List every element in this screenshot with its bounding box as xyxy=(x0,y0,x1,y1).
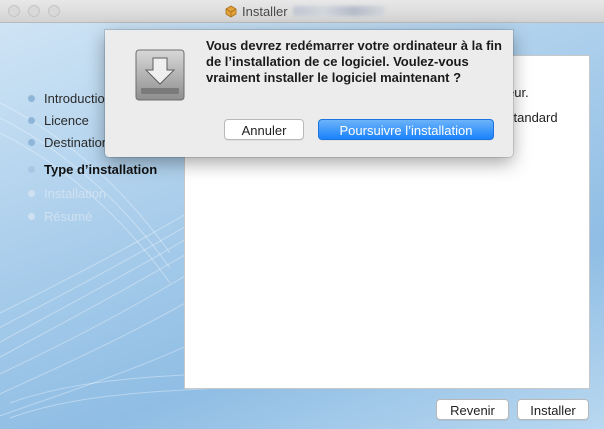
sidebar-step-label: Installation xyxy=(44,185,107,201)
continue-installation-button[interactable]: Poursuivre l’installation xyxy=(318,119,494,140)
content-text-fragment-standard: standard xyxy=(507,110,558,125)
step-dot-icon xyxy=(28,138,35,146)
sidebar-step-label: Introduction xyxy=(44,90,112,106)
cancel-button[interactable]: Annuler xyxy=(224,119,304,140)
package-icon xyxy=(225,5,237,18)
sidebar-step-installation-type: Type d’installation xyxy=(28,161,157,177)
window-title-text: Installer xyxy=(242,3,288,19)
sidebar-step-installation: Installation xyxy=(28,185,106,201)
minimize-button[interactable] xyxy=(28,5,40,17)
close-button[interactable] xyxy=(8,5,20,17)
step-dot-icon xyxy=(28,212,35,220)
step-dot-icon xyxy=(28,189,35,197)
window-title: Installer xyxy=(224,3,385,19)
install-button[interactable]: Installer xyxy=(517,399,589,420)
title-bar: Installer xyxy=(0,0,604,23)
sidebar-step-label: Destination xyxy=(44,134,110,150)
sidebar-step-label: Type d’installation xyxy=(44,161,158,177)
installer-disk-icon xyxy=(135,49,185,101)
installer-window: Installer Introduction Licence Destinati… xyxy=(0,0,604,429)
restart-confirmation-dialog: Vous devrez redémarrer votre ordinateur … xyxy=(105,30,513,157)
sidebar-step-introduction: Introduction xyxy=(28,90,112,106)
back-button[interactable]: Revenir xyxy=(436,399,509,420)
zoom-button[interactable] xyxy=(48,5,60,17)
dialog-message: Vous devrez redémarrer votre ordinateur … xyxy=(206,38,502,85)
sidebar-step-licence: Licence xyxy=(28,112,89,128)
step-dot-icon xyxy=(28,116,35,124)
sidebar-step-label: Licence xyxy=(44,112,89,128)
sidebar-step-summary: Résumé xyxy=(28,208,92,224)
step-dot-icon xyxy=(28,165,35,173)
sidebar-step-destination: Destination xyxy=(28,134,109,150)
step-dot-icon xyxy=(28,94,35,102)
sidebar-step-label: Résumé xyxy=(44,208,93,224)
redacted-title xyxy=(292,6,385,16)
